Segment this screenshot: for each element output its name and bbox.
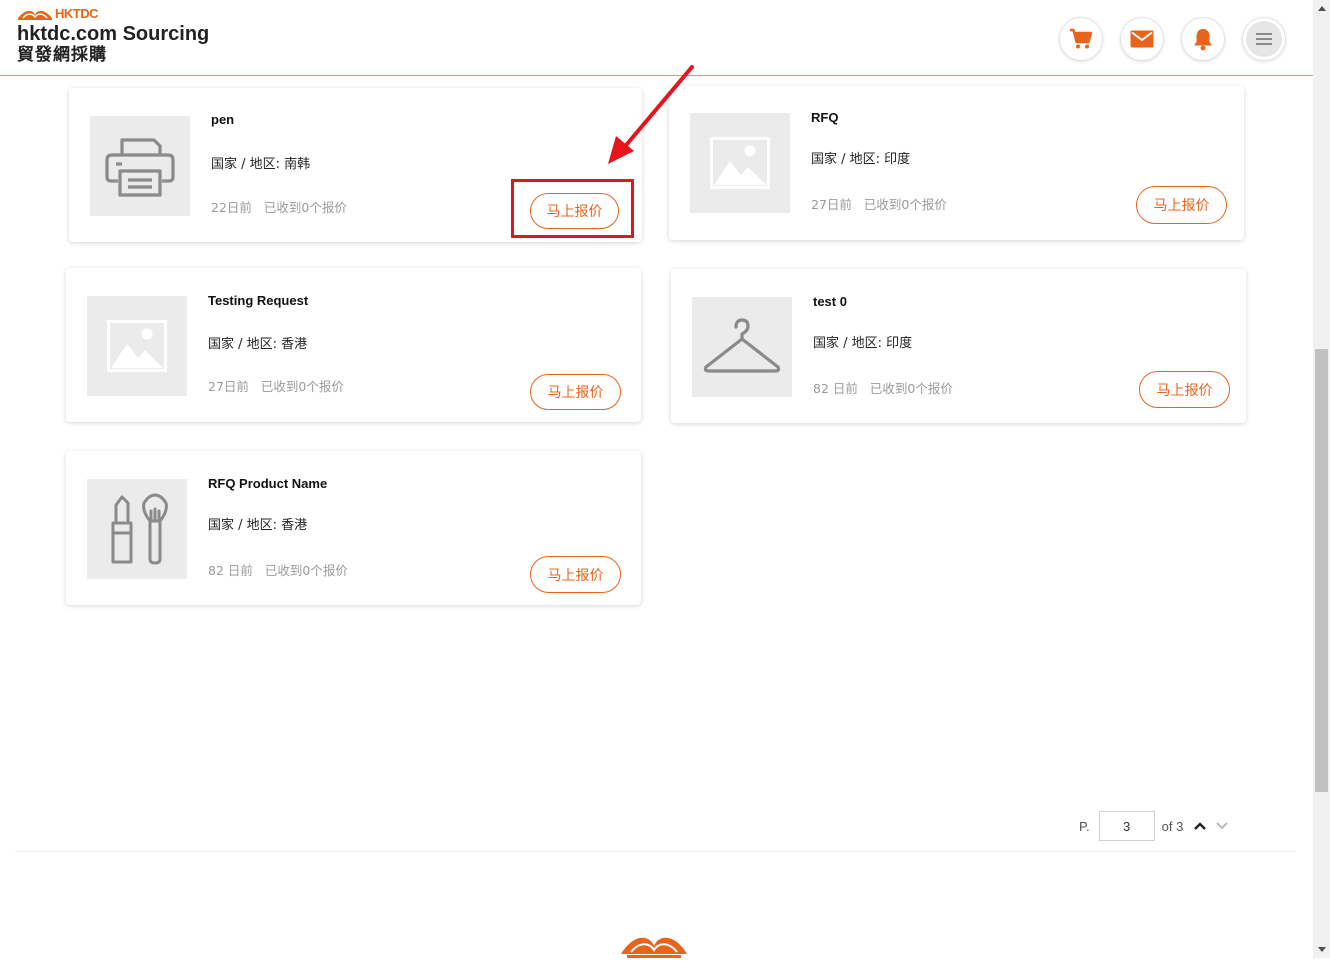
- rfq-card[interactable]: pen 国家 / 地区: 南韩 22日前 已收到0个报价 马上报价: [69, 88, 642, 242]
- scroll-up-button[interactable]: [1313, 0, 1330, 17]
- chevron-down-icon: [1216, 822, 1229, 830]
- product-thumbnail: [90, 116, 190, 216]
- pagination-prefix: P.: [1079, 818, 1090, 834]
- rfq-quote-count: 已收到0个报价: [263, 200, 347, 215]
- top-header: HKTDC hktdc.com Sourcing 貿發網採購: [0, 0, 1313, 76]
- menu-icon-wrap: [1246, 21, 1282, 57]
- page-scrollbar[interactable]: [1313, 0, 1330, 958]
- rfq-card[interactable]: RFQ Product Name 国家 / 地区: 香港 82 日前 已收到0个报…: [66, 451, 641, 605]
- bell-icon: [1194, 29, 1212, 51]
- rfq-meta: 22日前 已收到0个报价: [211, 197, 347, 216]
- page-prev-button[interactable]: [1193, 821, 1207, 831]
- page-number-input[interactable]: [1098, 811, 1155, 841]
- product-thumbnail: [690, 113, 790, 213]
- rfq-age: 27日前: [208, 379, 249, 394]
- rfq-card[interactable]: test 0 国家 / 地区: 印度 82 日前 已收到0个报价 马上报价: [671, 269, 1246, 423]
- rfq-title[interactable]: Testing Request: [208, 293, 308, 308]
- rfq-meta: 27日前 已收到0个报价: [208, 376, 344, 395]
- image-placeholder-icon: [107, 320, 167, 372]
- rfq-age: 27日前: [811, 197, 852, 212]
- rfq-title[interactable]: RFQ Product Name: [208, 476, 327, 491]
- brand-title: hktdc.com Sourcing: [17, 23, 210, 45]
- menu-icon: [1256, 33, 1272, 45]
- hanger-icon: [703, 318, 781, 373]
- product-thumbnail: [87, 296, 187, 396]
- notification-button[interactable]: [1181, 17, 1225, 61]
- quote-now-button[interactable]: 马上报价: [1139, 371, 1230, 408]
- scroll-up-arrow-icon: [1317, 6, 1326, 11]
- rfq-card[interactable]: Testing Request 国家 / 地区: 香港 27日前 已收到0个报价 …: [66, 268, 641, 422]
- quote-now-button[interactable]: 马上报价: [530, 193, 619, 229]
- quote-now-button[interactable]: 马上报价: [1136, 186, 1227, 224]
- rfq-meta: 27日前 已收到0个报价: [811, 194, 947, 213]
- cart-button[interactable]: [1059, 17, 1103, 61]
- rfq-card[interactable]: RFQ 国家 / 地区: 印度 27日前 已收到0个报价 马上报价: [669, 86, 1244, 240]
- rfq-region: 国家 / 地区: 香港: [208, 337, 308, 352]
- rfq-region: 国家 / 地区: 印度: [811, 152, 911, 167]
- rfq-age: 82 日前: [813, 381, 858, 396]
- cart-icon: [1070, 28, 1093, 49]
- rfq-quote-count: 已收到0个报价: [260, 379, 344, 394]
- image-placeholder-icon: [710, 137, 770, 189]
- rfq-meta: 82 日前 已收到0个报价: [813, 378, 953, 397]
- rfq-title[interactable]: RFQ: [811, 110, 838, 125]
- rfq-region: 国家 / 地区: 南韩: [211, 157, 311, 172]
- product-thumbnail: [692, 297, 792, 397]
- product-thumbnail: [87, 479, 187, 579]
- rfq-region: 国家 / 地区: 印度: [813, 336, 913, 351]
- rfq-meta: 82 日前 已收到0个报价: [208, 560, 348, 579]
- footer-divider: [15, 851, 1296, 852]
- pagination-total: of 3: [1161, 818, 1184, 834]
- chevron-up-icon: [1194, 822, 1207, 830]
- scroll-down-button[interactable]: [1313, 941, 1330, 958]
- hktdc-footer-logo-icon: [621, 937, 687, 958]
- pagination: P. of 3: [1079, 811, 1229, 841]
- rfq-region: 国家 / 地区: 香港: [208, 518, 308, 533]
- rfq-quote-count: 已收到0个报价: [264, 563, 348, 578]
- rfq-title[interactable]: pen: [211, 112, 234, 127]
- quote-now-button[interactable]: 马上报价: [530, 556, 621, 593]
- quote-now-button[interactable]: 马上报价: [530, 374, 621, 410]
- rfq-quote-count: 已收到0个报价: [863, 197, 947, 212]
- hktdc-mark: HKTDC: [17, 6, 209, 22]
- rfq-age: 22日前: [211, 200, 252, 215]
- menu-button[interactable]: [1242, 17, 1286, 61]
- hktdc-wave-icon: [18, 10, 52, 20]
- brand-logo[interactable]: HKTDC hktdc.com Sourcing 貿發網採購: [17, 6, 210, 66]
- mail-button[interactable]: [1120, 17, 1164, 61]
- cosmetics-icon: [111, 493, 168, 565]
- rfq-title[interactable]: test 0: [813, 294, 847, 309]
- page-next-button[interactable]: [1215, 821, 1229, 831]
- rfq-age: 82 日前: [208, 563, 253, 578]
- printer-icon: [105, 138, 175, 197]
- mail-icon: [1130, 30, 1154, 48]
- header-actions: [1059, 17, 1286, 61]
- brand-subtitle: 貿發網採購: [17, 45, 107, 65]
- scroll-down-arrow-icon: [1317, 947, 1326, 952]
- scrollbar-thumb[interactable]: [1315, 349, 1328, 792]
- rfq-quote-count: 已收到0个报价: [869, 381, 953, 396]
- brand-tag: HKTDC: [55, 6, 99, 21]
